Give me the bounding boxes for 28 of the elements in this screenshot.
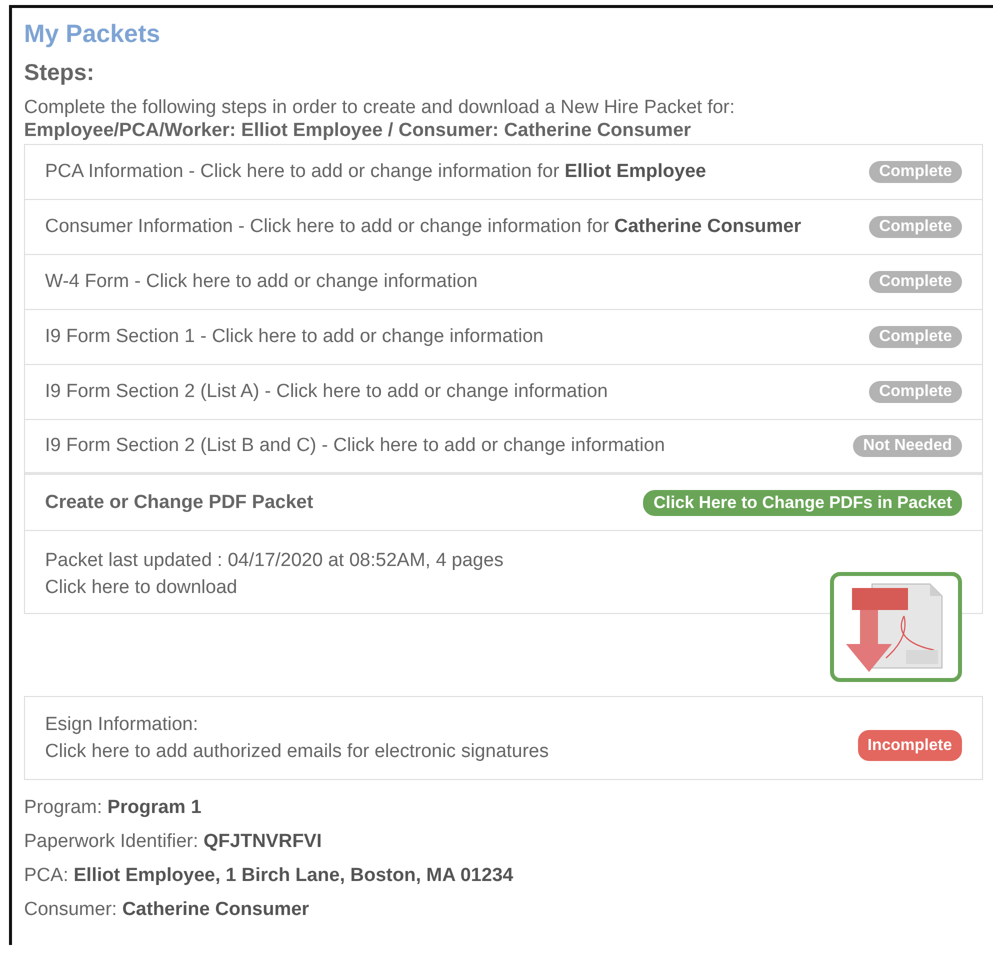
status-badge: Complete — [869, 216, 962, 238]
status-badge: Complete — [869, 326, 962, 348]
status-badge: Not Needed — [853, 435, 962, 457]
page-title: My Packets — [24, 20, 162, 49]
step-link[interactable]: Consumer Information - Click here to add or change information for Catherine Consumer — [45, 216, 802, 238]
detail-text: Paperwork Identifier: QFJTNVRFVI — [24, 830, 323, 853]
subject-text: Employee/PCA/Worker: Elliot Employee / Consumer: Catherine Consumer — [24, 119, 692, 142]
status-badge: Complete — [869, 381, 962, 403]
step-link[interactable]: I9 Form Section 2 (List A) - Click here to add or change information — [45, 381, 608, 403]
status-badge: Complete — [869, 271, 962, 293]
detail-text: Program: Program 1 — [24, 796, 202, 819]
pdf-download-icon[interactable] — [830, 572, 962, 682]
download-link[interactable]: Click here to download — [45, 577, 238, 598]
detail-text: PCA: Elliot Employee, 1 Birch Lane, Boston, MA 01234 — [24, 864, 514, 887]
create-packet-label: Create or Change PDF Packet — [45, 492, 314, 514]
packet-updated-text: Packet last updated : 04/17/2020 at 08:52AM, 4 pages — [45, 550, 504, 571]
esign-title: Esign Information: — [45, 713, 200, 737]
status-badge: Complete — [869, 161, 962, 183]
esign-link[interactable]: Click here to add authorized emails for electronic signatures — [45, 738, 549, 765]
change-pdfs-button[interactable]: Click Here to Change PDFs in Packet — [643, 490, 962, 516]
detail-text: Consumer: Catherine Consumer — [24, 898, 310, 921]
step-link[interactable]: W-4 Form - Click here to add or change information — [45, 271, 478, 293]
status-badge: Incomplete — [858, 730, 962, 761]
step-link[interactable]: I9 Form Section 2 (List B and C) - Click here to add or change information — [45, 435, 665, 457]
section-heading: Steps: — [24, 59, 96, 86]
intro-text: Complete the following steps in order to create and download a New Hire Packet for: — [24, 96, 736, 119]
step-link[interactable]: PCA Information - Click here to add or change information for Elliot Employee — [45, 161, 706, 183]
step-link[interactable]: I9 Form Section 1 - Click here to add or change information — [45, 326, 544, 348]
